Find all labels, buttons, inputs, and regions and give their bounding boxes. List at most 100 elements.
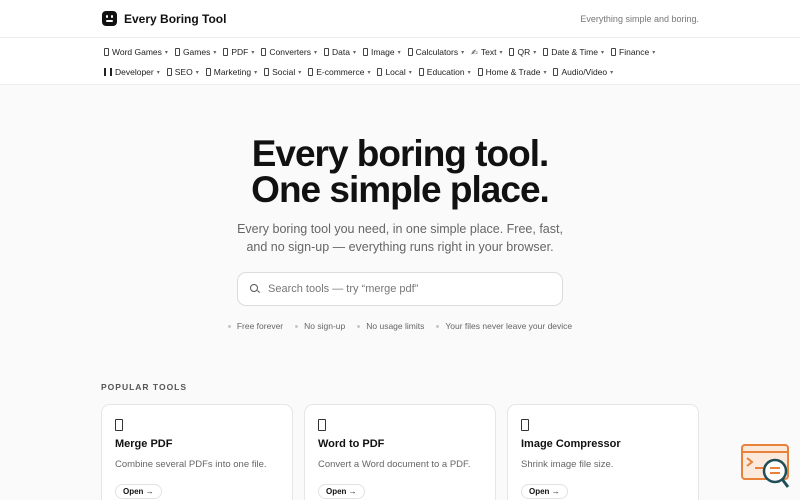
tool-title: Word to PDF bbox=[318, 438, 385, 450]
chevron-down-icon: ▾ bbox=[195, 69, 199, 76]
tool-title: Image Compressor bbox=[521, 438, 621, 450]
feature-label: No usage limits bbox=[366, 321, 425, 331]
search-box[interactable] bbox=[237, 272, 563, 306]
tool-description: Convert a Word document to a PDF. bbox=[318, 459, 471, 470]
tool-description: Shrink image file size. bbox=[521, 459, 614, 470]
box-icon bbox=[553, 68, 559, 76]
tool-icon bbox=[521, 419, 529, 431]
nav-item-pdf[interactable]: PDF ▾ bbox=[223, 47, 254, 57]
bullet-dot-icon bbox=[357, 324, 361, 328]
nav-item-label: Social bbox=[272, 67, 296, 77]
open-button[interactable]: Open → bbox=[521, 484, 568, 499]
box-icon bbox=[205, 68, 211, 76]
nav-item-word-games[interactable]: Word Games ▾ bbox=[104, 47, 168, 57]
chevron-down-icon: ▾ bbox=[254, 69, 258, 76]
nav-item-converters[interactable]: Converters ▾ bbox=[261, 47, 317, 57]
tool-description: Combine several PDFs into one file. bbox=[115, 459, 267, 470]
nav-item-education[interactable]: Education ▾ bbox=[418, 67, 471, 77]
hero-subtitle: Every boring tool you need, in one simpl… bbox=[237, 222, 563, 254]
open-button[interactable]: Open → bbox=[318, 484, 365, 499]
chevron-down-icon: ▾ bbox=[408, 69, 412, 76]
nav-item-label: Marketing bbox=[213, 67, 252, 77]
box-icon bbox=[543, 48, 549, 56]
nav-item-data[interactable]: Data ▾ bbox=[323, 47, 356, 57]
feature-item: No usage limits bbox=[357, 321, 424, 331]
nav-item-label: PDF bbox=[231, 47, 249, 57]
tool-card-merge-pdf[interactable]: Merge PDF Combine several PDFs into one f… bbox=[101, 404, 293, 500]
nav-item-label: Education bbox=[426, 67, 465, 77]
nav-item-calculators[interactable]: Calculators ▾ bbox=[407, 47, 464, 57]
nav-item-audio-video[interactable]: Audio/Video ▾ bbox=[553, 67, 613, 77]
search-icon bbox=[250, 284, 260, 294]
nav-item-label: Text bbox=[480, 47, 497, 57]
nav-item-developer[interactable]: Developer ▾ bbox=[104, 67, 160, 77]
nav-item-label: Word Games bbox=[112, 47, 162, 57]
nav-item-text[interactable]: ✍ Text ▾ bbox=[471, 47, 502, 57]
nav-item-finance[interactable]: Finance ▾ bbox=[611, 47, 655, 57]
popular-heading: POPULAR TOOLS bbox=[101, 382, 188, 392]
nav-item-label: SEO bbox=[174, 67, 193, 77]
chevron-down-icon: ▾ bbox=[298, 69, 302, 76]
bullet-dot-icon bbox=[436, 324, 440, 328]
box-icon bbox=[377, 68, 383, 76]
box-icon bbox=[509, 48, 515, 56]
nav-item-label: Image bbox=[370, 47, 395, 57]
brand[interactable]: Every Boring Tool bbox=[102, 11, 226, 26]
box-icon bbox=[477, 68, 483, 76]
nav-item-label: Finance bbox=[619, 47, 650, 57]
nav-item-qr[interactable]: QR ▾ bbox=[509, 47, 536, 57]
feature-item: Your files never leave your device bbox=[436, 321, 572, 331]
nav-item-label: Audio/Video bbox=[561, 67, 608, 77]
tool-card-image-compressor[interactable]: Image Compressor Shrink image file size. O… bbox=[507, 404, 699, 500]
nav-item-home-trade[interactable]: Home & Trade ▾ bbox=[477, 67, 546, 77]
nav-item-seo[interactable]: SEO ▾ bbox=[166, 67, 199, 77]
nav-item-label: QR bbox=[517, 47, 531, 57]
chevron-down-icon: ▾ bbox=[313, 49, 317, 56]
box-icon bbox=[104, 48, 109, 56]
hero-title-line1: Every boring tool. bbox=[251, 133, 550, 174]
box-icon bbox=[261, 48, 267, 56]
logo-icon bbox=[102, 11, 117, 26]
nav-item-image[interactable]: Image ▾ bbox=[362, 47, 401, 57]
feature-item: Free forever bbox=[227, 321, 283, 331]
nav-item-local[interactable]: Local ▾ bbox=[377, 67, 412, 77]
help-chat-icon bbox=[741, 444, 790, 488]
tool-icon bbox=[115, 419, 123, 431]
nav-item-label: Games bbox=[182, 47, 211, 57]
nav-item-marketing[interactable]: Marketing ▾ bbox=[205, 67, 258, 77]
brand-name[interactable]: Every Boring Tool bbox=[124, 12, 226, 26]
box-icon bbox=[166, 68, 172, 76]
feature-label: Your files never leave your device bbox=[445, 321, 573, 331]
chevron-down-icon: ▾ bbox=[467, 69, 471, 76]
box-icon bbox=[418, 68, 424, 76]
nav-item-label: Developer bbox=[115, 67, 154, 77]
chevron-down-icon: ▾ bbox=[397, 49, 401, 56]
chevron-down-icon: ▾ bbox=[352, 49, 356, 56]
chevron-down-icon: ▾ bbox=[367, 69, 371, 76]
category-nav: Word Games ▾ Games ▾ PDF ▾ Converters ▾ Data ▾ Ima… bbox=[0, 38, 800, 85]
box-icon bbox=[362, 48, 368, 56]
chevron-down-icon: ▾ bbox=[499, 49, 503, 56]
chevron-down-icon: ▾ bbox=[610, 69, 614, 76]
nav-row-2: Developer ▾ SEO ▾ Marketing ▾ Social ▾ E-commerc… bbox=[104, 62, 700, 82]
chevron-down-icon: ▾ bbox=[156, 69, 160, 76]
search-input[interactable] bbox=[268, 283, 550, 295]
bars-icon bbox=[104, 68, 112, 76]
tool-card-word-to-pdf[interactable]: Word to PDF Convert a Word document to a … bbox=[304, 404, 496, 500]
tool-cards: Merge PDF Combine several PDFs into one f… bbox=[101, 404, 699, 500]
nav-item-social[interactable]: Social ▾ bbox=[264, 67, 301, 77]
box-icon bbox=[308, 68, 314, 76]
nav-item-label: Date & Time bbox=[551, 47, 598, 57]
nav-item-e-commerce[interactable]: E-commerce ▾ bbox=[308, 67, 370, 77]
nav-item-date-time[interactable]: Date & Time ▾ bbox=[543, 47, 604, 57]
nav-item-games[interactable]: Games ▾ bbox=[174, 47, 216, 57]
feature-list: Free forever No sign-up No usage limits You… bbox=[0, 321, 800, 331]
popular-tools: POPULAR TOOLS Merge PDF Combine several P… bbox=[0, 382, 800, 500]
hero: Every boring tool. One simple place. Eve… bbox=[0, 85, 800, 331]
bullet-dot-icon bbox=[227, 324, 231, 328]
nav-item-label: E-commerce bbox=[316, 67, 365, 77]
hero-title: Every boring tool. One simple place. bbox=[0, 133, 800, 208]
nav-item-label: Local bbox=[385, 67, 406, 77]
help-widget[interactable] bbox=[741, 444, 791, 490]
open-button[interactable]: Open → bbox=[115, 484, 162, 499]
